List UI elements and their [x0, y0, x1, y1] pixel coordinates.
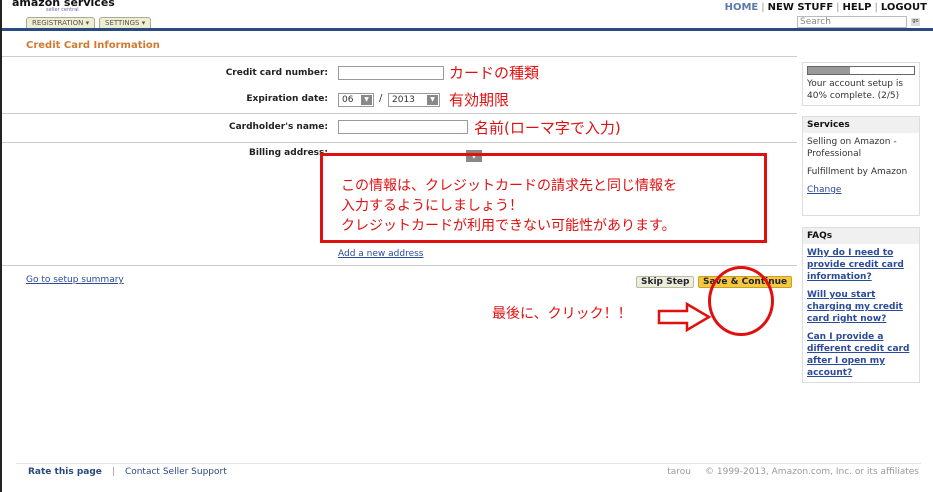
- header-bar: [2, 28, 933, 31]
- username: tarou: [667, 467, 692, 477]
- card-number-input[interactable]: [338, 66, 444, 80]
- setup-summary-link[interactable]: Go to setup summary: [26, 275, 124, 285]
- divider: [2, 56, 797, 57]
- services-box: Services Selling on Amazon - Professiona…: [802, 116, 920, 216]
- contact-support-link[interactable]: Contact Seller Support: [125, 467, 227, 477]
- tab-registration[interactable]: REGISTRATION ▾: [26, 17, 96, 28]
- footer-copyright: tarou © 1999-2013, Amazon.com, Inc. or it…: [667, 467, 919, 477]
- page-title: Credit Card Information: [26, 40, 160, 51]
- annotation-card-type: カードの種類: [449, 64, 540, 82]
- chevron-down-icon: ▼: [427, 95, 438, 105]
- service-item: Fulfillment by Amazon: [807, 167, 908, 177]
- annotation-circle: [708, 266, 774, 336]
- divider: [2, 265, 797, 266]
- progress-bar: [807, 66, 915, 75]
- change-services-link[interactable]: Change: [803, 181, 919, 199]
- search-go-button[interactable]: go: [911, 18, 920, 26]
- annotation-note: この情報は、クレジットカードの請求先と同じ情報を 入力するようにしましょう！ ク…: [320, 153, 767, 243]
- annotation-name: 名前(ローマ字で入力): [474, 119, 621, 137]
- faq-link[interactable]: Will you start charging my credit card r…: [803, 286, 919, 328]
- annotation-expiry: 有効期限: [449, 91, 510, 109]
- nav-help[interactable]: HELP: [843, 2, 872, 13]
- nav-logout[interactable]: LOGOUT: [881, 2, 927, 13]
- date-separator: /: [379, 93, 383, 104]
- divider: [2, 142, 797, 143]
- cardholder-name-label: Cardholder's name:: [228, 122, 328, 132]
- exp-year-select[interactable]: 2013 ▼: [388, 93, 440, 107]
- search-input[interactable]: Search: [797, 16, 907, 28]
- progress-box: Your account setup is 40% complete. (2/5…: [802, 62, 920, 106]
- card-number-label: Credit card number:: [225, 68, 328, 78]
- annotation-click: 最後に、クリック！！: [492, 306, 632, 322]
- footer-links: Rate this page | Contact Seller Support: [28, 467, 227, 477]
- nav-home[interactable]: HOME: [725, 2, 759, 13]
- tab-settings[interactable]: SETTINGS ▾: [99, 17, 152, 28]
- footer-divider: [16, 463, 921, 464]
- divider: [2, 113, 797, 114]
- billing-address-label: Billing address:: [249, 148, 328, 158]
- arrow-right-icon: [657, 302, 712, 332]
- amazon-services-logo[interactable]: amazon services seller central: [12, 0, 115, 13]
- top-nav: HOME | NEW STUFF | HELP | LOGOUT: [724, 2, 927, 13]
- faqs-box: FAQs Why do I need to provide credit car…: [802, 227, 920, 383]
- cardholder-name-input[interactable]: [338, 120, 468, 134]
- expiration-label: Expiration date:: [246, 94, 328, 104]
- skip-step-button[interactable]: Skip Step: [636, 276, 695, 288]
- chevron-down-icon: ▼: [361, 95, 372, 105]
- add-new-address-link[interactable]: Add a new address: [338, 249, 423, 259]
- nav-new-stuff[interactable]: NEW STUFF: [768, 2, 834, 13]
- service-item: Selling on Amazon - Professional: [807, 137, 897, 159]
- faq-link[interactable]: Why do I need to provide credit card inf…: [803, 244, 919, 286]
- faq-link[interactable]: Can I provide a different credit card af…: [803, 328, 919, 382]
- exp-month-select[interactable]: 06 ▼: [338, 93, 374, 107]
- rate-page-link[interactable]: Rate this page: [28, 467, 102, 477]
